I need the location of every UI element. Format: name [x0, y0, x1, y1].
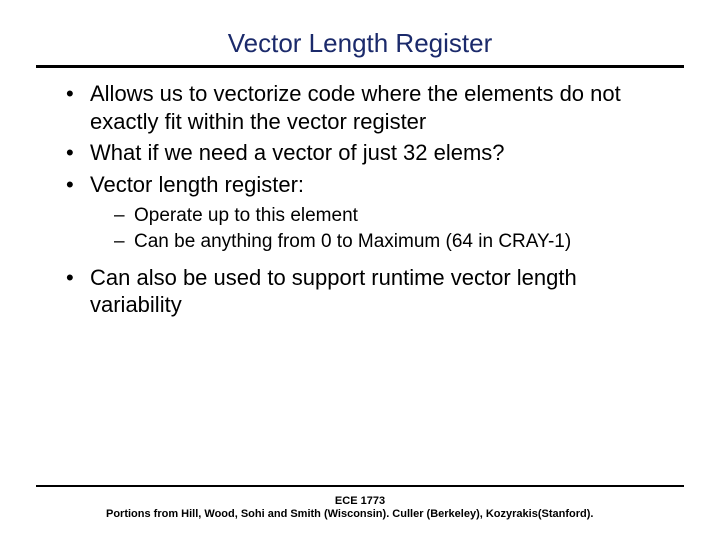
- slide-title: Vector Length Register: [0, 0, 720, 65]
- bullet-text: Operate up to this element: [134, 205, 358, 226]
- slide: Vector Length Register Allows us to vect…: [0, 0, 720, 540]
- list-item: Can also be used to support runtime vect…: [60, 264, 670, 319]
- list-item: Allows us to vectorize code where the el…: [60, 80, 670, 135]
- bullet-text: Can also be used to support runtime vect…: [90, 265, 577, 318]
- list-item: Vector length register: Operate up to th…: [60, 171, 670, 254]
- list-item: Operate up to this element: [112, 204, 670, 228]
- bullet-list: Allows us to vectorize code where the el…: [60, 80, 670, 319]
- course-code: ECE 1773: [106, 495, 614, 509]
- list-item: What if we need a vector of just 32 elem…: [60, 139, 670, 167]
- bullet-text: Can be anything from 0 to Maximum (64 in…: [134, 231, 571, 252]
- bullet-text: What if we need a vector of just 32 elem…: [90, 140, 505, 165]
- footer-region: ECE 1773 Portions from Hill, Wood, Sohi …: [36, 485, 684, 523]
- bullet-text: Allows us to vectorize code where the el…: [90, 81, 621, 134]
- bullet-text: Vector length register:: [90, 172, 304, 197]
- footer-divider: [36, 485, 684, 487]
- footer-text: ECE 1773 Portions from Hill, Wood, Sohi …: [36, 495, 684, 523]
- title-divider: [36, 65, 684, 68]
- list-item: Can be anything from 0 to Maximum (64 in…: [112, 230, 670, 254]
- credits-text: Portions from Hill, Wood, Sohi and Smith…: [106, 508, 614, 522]
- sub-bullet-list: Operate up to this element Can be anythi…: [90, 204, 670, 254]
- slide-content: Allows us to vectorize code where the el…: [60, 80, 670, 319]
